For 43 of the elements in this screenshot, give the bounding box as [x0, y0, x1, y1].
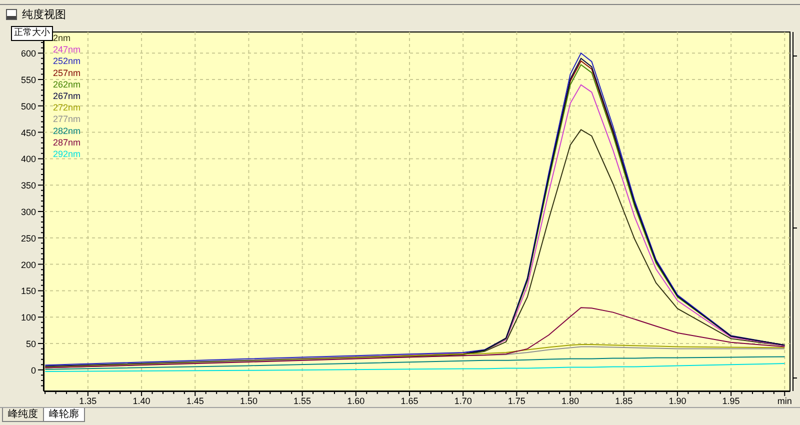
axis-label: 1.70 [454, 396, 472, 406]
axis-label: 0 [30, 365, 36, 376]
legend-label: 2nm [53, 33, 71, 43]
legend-label: 267nm [53, 91, 81, 101]
axis-label: 400 [20, 154, 36, 164]
legend-label: 262nm [53, 79, 81, 90]
axis-label: 50 [26, 338, 36, 349]
axis-label: 1.95 [722, 396, 740, 406]
axis-label: 1.60 [347, 396, 365, 406]
restore-icon[interactable] [6, 8, 17, 20]
axis-label: 1.40 [132, 396, 150, 406]
axis-label: 450 [20, 128, 36, 138]
legend-label: 272nm [53, 102, 81, 113]
tab[interactable]: 峰轮廓 [43, 408, 85, 422]
axis-label: 600 [20, 48, 36, 59]
axis-label: 1.80 [562, 396, 580, 406]
axis-label: min [777, 396, 792, 406]
legend-label: 282nm [53, 126, 81, 136]
axis-label: 1.35 [79, 396, 97, 406]
axis-label: 1.85 [615, 396, 633, 406]
axis-label: 150 [20, 286, 36, 296]
axis-label: 550 [20, 75, 36, 86]
axis-label: 1.75 [508, 396, 526, 406]
legend-label: 257nm [53, 68, 81, 78]
axis-label: 300 [20, 207, 36, 217]
legend-label: 247nm [53, 44, 81, 55]
tab[interactable]: 峰纯度 [2, 408, 44, 422]
axis-label: 200 [20, 260, 36, 270]
axis-label: 1.50 [240, 396, 258, 406]
legend-label: 292nm [53, 149, 81, 159]
axis-label: 1.55 [294, 396, 312, 406]
axis-label: 100 [20, 312, 36, 323]
axis-label: 1.65 [400, 396, 418, 406]
axis-label: 250 [20, 233, 36, 244]
panel-title: 纯度视图 [22, 6, 66, 22]
axis-label: 1.45 [186, 396, 204, 406]
axis-label: 500 [20, 101, 36, 112]
legend-label: 287nm [53, 137, 81, 148]
legend-label: 252nm [53, 56, 81, 66]
axis-label: 350 [20, 180, 36, 191]
tooltip: 正常大小 [11, 26, 53, 41]
axis-label: 1.90 [668, 396, 686, 406]
legend-label: 277nm [53, 114, 81, 124]
